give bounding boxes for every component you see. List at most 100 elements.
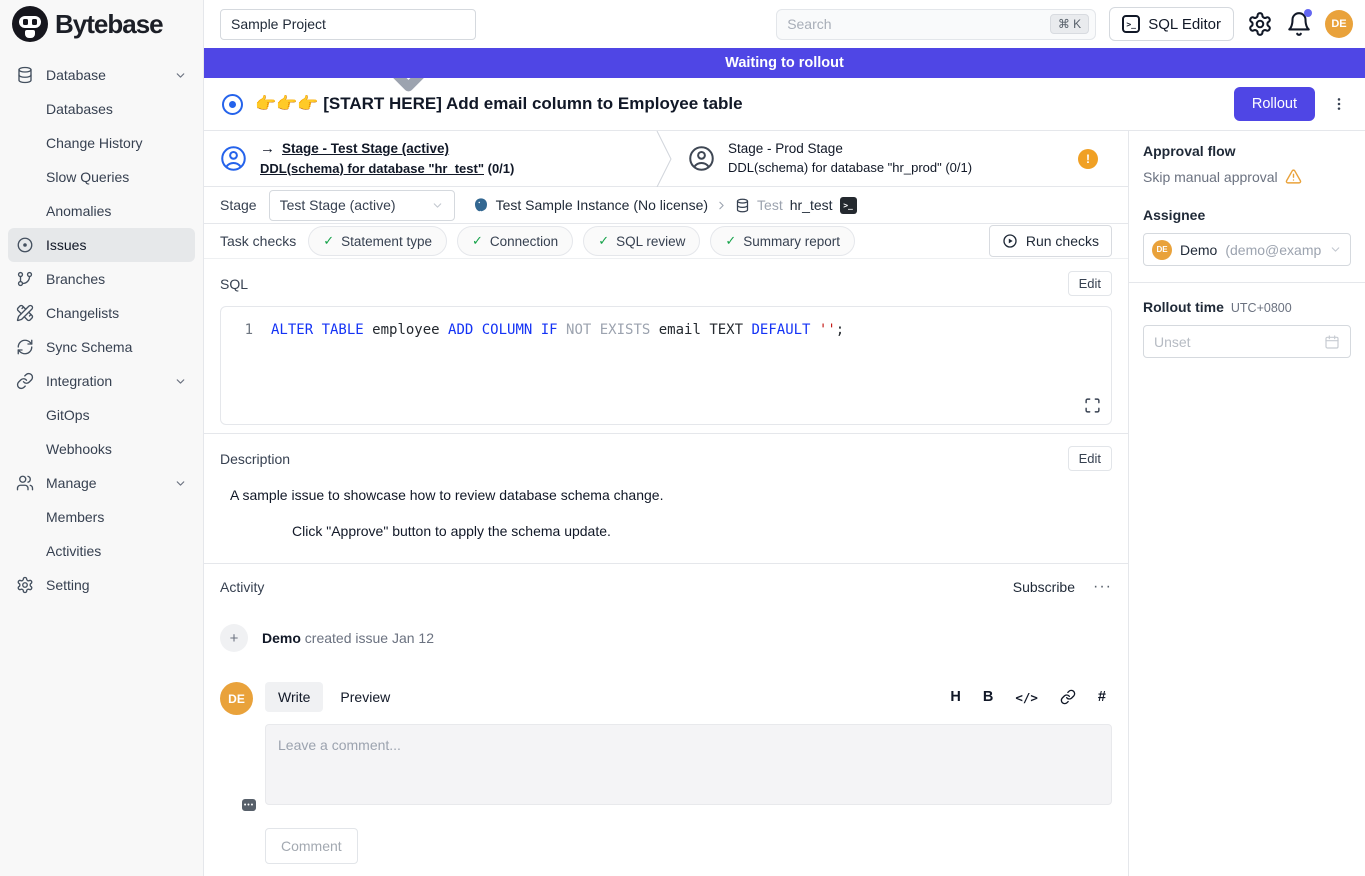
issue-title: 👉👉👉 [START HERE] Add email column to Emp… (255, 94, 1222, 114)
tab-preview[interactable]: Preview (327, 682, 403, 712)
issue-header: 👉👉👉 [START HERE] Add email column to Emp… (204, 78, 1365, 131)
task-checks-row: Task checks ✓Statement type ✓Connection … (204, 224, 1128, 259)
stage-select[interactable]: Test Stage (active) (269, 190, 455, 221)
user-avatar[interactable]: DE (1325, 10, 1353, 38)
tab-write[interactable]: Write (265, 682, 323, 712)
project-select[interactable]: Sample Project (220, 9, 476, 40)
code-icon[interactable]: </> (1015, 690, 1038, 705)
sidebar-item-issues[interactable]: Issues (8, 228, 195, 262)
sql-edit-button[interactable]: Edit (1068, 271, 1112, 296)
terminal-icon: >_ (1122, 15, 1140, 33)
bytebase-logo[interactable]: Bytebase (0, 0, 203, 48)
database-icon (735, 198, 750, 213)
run-checks-button[interactable]: Run checks (989, 225, 1112, 257)
comment-input[interactable] (265, 724, 1112, 805)
comment-editor: DE ••• Write Preview H B </> (220, 682, 1112, 812)
search-box: ⌘ K (776, 9, 1096, 40)
check-pass-icon: ✓ (598, 233, 609, 249)
description-edit-button[interactable]: Edit (1068, 446, 1112, 471)
user-circle-icon (220, 145, 247, 172)
bold-icon[interactable]: B (983, 689, 993, 705)
sql-section: SQL Edit 1 ALTER TABLE employee ADD COLU… (204, 259, 1128, 433)
stage-title: Stage - Test Stage (active) (282, 139, 449, 159)
comment-submit-button[interactable]: Comment (265, 828, 358, 864)
open-sql-editor-icon[interactable]: >_ (840, 197, 857, 214)
check-statement-type[interactable]: ✓Statement type (308, 226, 447, 256)
chevron-down-icon (174, 69, 187, 82)
check-connection[interactable]: ✓Connection (457, 226, 573, 256)
chevron-right-icon (715, 199, 728, 212)
left-sidebar: Bytebase Database Databases Change Histo… (0, 0, 204, 876)
approval-flow-value: Skip manual approval (1143, 169, 1278, 185)
sidebar-item-anomalies[interactable]: Anomalies (8, 194, 195, 228)
sidebar-item-sync-schema[interactable]: Sync Schema (8, 330, 195, 364)
stage-card-test[interactable]: →Stage - Test Stage (active) DDL(schema)… (204, 131, 656, 186)
sidebar-item-webhooks[interactable]: Webhooks (8, 432, 195, 466)
sidebar-item-changelists[interactable]: Changelists (8, 296, 195, 330)
activity-action: created issue (305, 630, 388, 646)
sql-editor[interactable]: 1 ALTER TABLE employee ADD COLUMN IF NOT… (220, 306, 1112, 425)
rollout-button[interactable]: Rollout (1234, 87, 1315, 121)
assignee-name: Demo (1180, 242, 1217, 258)
warning-triangle-icon (1285, 168, 1302, 185)
activity-section: Activity Subscribe ··· + Demo created is… (204, 564, 1128, 876)
status-banner: Waiting to rollout (204, 48, 1365, 78)
link-icon[interactable] (1060, 689, 1076, 705)
stage-title: Stage - Prod Stage (728, 139, 843, 159)
issue-content: →Stage - Test Stage (active) DDL(schema)… (204, 131, 1128, 876)
sql-statement: ALTER TABLE employee ADD COLUMN IF NOT E… (271, 320, 844, 340)
notifications-bell-icon[interactable] (1286, 11, 1312, 37)
sql-editor-button[interactable]: >_ SQL Editor (1109, 7, 1234, 41)
description-label: Description (220, 451, 290, 467)
sidebar-item-change-history[interactable]: Change History (8, 126, 195, 160)
git-branch-icon (16, 270, 34, 288)
sidebar-item-branches[interactable]: Branches (8, 262, 195, 296)
heading-icon[interactable]: H (950, 689, 960, 705)
expand-editor-icon[interactable] (1084, 397, 1101, 414)
current-stage-arrow: → (260, 138, 275, 160)
sidebar-item-gitops[interactable]: GitOps (8, 398, 195, 432)
database-icon (16, 66, 34, 84)
issues-icon (16, 236, 34, 254)
search-input[interactable] (787, 16, 1050, 32)
sidebar-item-activities[interactable]: Activities (8, 534, 195, 568)
user-circle-icon (688, 145, 715, 172)
pencil-ruler-icon (16, 304, 34, 322)
top-bar: Sample Project ⌘ K >_ SQL Editor DE (204, 0, 1365, 48)
subscribe-button[interactable]: Subscribe (1013, 579, 1075, 595)
stage-task-count: (0/1) (488, 161, 515, 176)
sidebar-item-databases[interactable]: Databases (8, 92, 195, 126)
settings-gear-icon[interactable] (1247, 11, 1273, 37)
chevron-down-icon (431, 199, 444, 212)
database-breadcrumb: Test Sample Instance (No license) Test h… (473, 197, 857, 214)
comment-bubble-icon: ••• (242, 799, 256, 811)
app-root: Bytebase Database Databases Change Histo… (0, 0, 1365, 876)
more-options-kebab-icon[interactable] (1327, 92, 1351, 116)
approval-flow-label: Approval flow (1143, 143, 1351, 159)
chevron-down-icon (174, 477, 187, 490)
sidebar-item-integration[interactable]: Integration (8, 364, 195, 398)
sidebar-item-manage[interactable]: Manage (8, 466, 195, 500)
sidebar-item-slow-queries[interactable]: Slow Queries (8, 160, 195, 194)
bytebase-logo-icon (12, 6, 48, 42)
description-section: Description Edit A sample issue to showc… (204, 434, 1128, 564)
check-summary-report[interactable]: ✓Summary report (710, 226, 855, 256)
database-name[interactable]: hr_test (790, 197, 833, 213)
check-pass-icon: ✓ (472, 233, 483, 249)
activity-more-icon[interactable]: ··· (1093, 578, 1112, 596)
hash-icon[interactable]: # (1098, 689, 1106, 705)
stage-card-prod[interactable]: Stage - Prod Stage DDL(schema) for datab… (672, 131, 1128, 186)
sidebar-item-database[interactable]: Database (8, 58, 195, 92)
chevron-down-icon (1329, 243, 1342, 256)
task-checks-label: Task checks (220, 233, 296, 249)
check-sql-review[interactable]: ✓SQL review (583, 226, 700, 256)
rollout-time-picker[interactable]: Unset (1143, 325, 1351, 358)
assignee-select[interactable]: DE Demo (demo@example (1143, 233, 1351, 266)
sidebar-item-members[interactable]: Members (8, 500, 195, 534)
plus-icon: + (220, 624, 248, 652)
line-number: 1 (233, 320, 253, 340)
stage-separator-chevron (656, 131, 672, 186)
activity-label: Activity (220, 579, 264, 595)
instance-name[interactable]: Test Sample Instance (No license) (496, 197, 708, 213)
sidebar-item-setting[interactable]: Setting (8, 568, 195, 602)
